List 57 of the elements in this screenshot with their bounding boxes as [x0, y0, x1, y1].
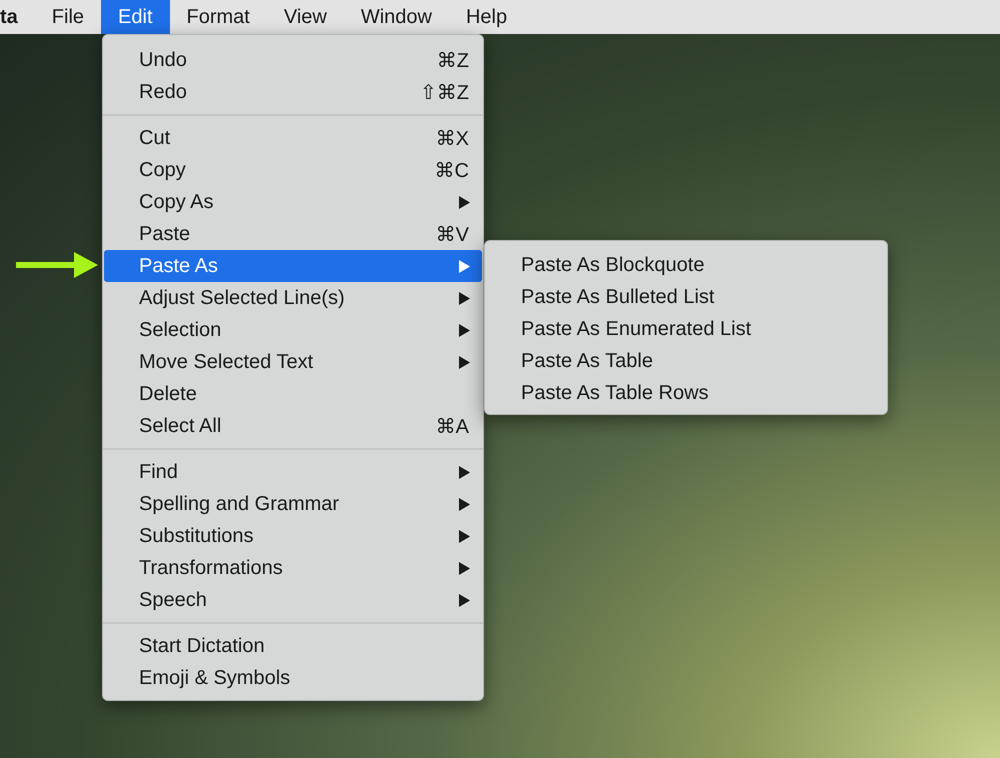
menu-bar-item[interactable]: Edit — [101, 0, 170, 34]
keyboard-shortcut: ⌘A — [436, 414, 469, 438]
keyboard-shortcut: ⌘V — [436, 222, 469, 246]
menu-item[interactable]: Start Dictation — [104, 630, 482, 662]
submenu-item[interactable]: Paste As Table — [486, 345, 886, 377]
menu-item-label: Start Dictation — [139, 634, 266, 658]
menu-item[interactable]: Substitutions — [104, 520, 482, 552]
menu-item-label: Move Selected Text — [139, 350, 314, 374]
menu-item-label: Substitutions — [139, 524, 255, 548]
keyboard-shortcut: ⌘C — [434, 158, 469, 182]
menu-item-label: Paste As — [139, 254, 219, 278]
menu-item-label: Speech — [139, 588, 208, 612]
menu-item-label: Redo — [139, 80, 188, 104]
menu-item[interactable]: Emoji & Symbols — [104, 662, 482, 694]
menu-item[interactable]: Selection — [104, 314, 482, 346]
menu-item-label: Select All — [139, 414, 222, 438]
menu-item[interactable]: Redo ⇧⌘Z — [104, 76, 482, 108]
menu-item-label: Undo — [139, 48, 188, 72]
menu-item[interactable]: Undo ⌘Z — [104, 44, 482, 76]
submenu-item[interactable]: Paste As Bulleted List — [486, 281, 886, 313]
menu-item[interactable]: Move Selected Text — [104, 346, 482, 378]
menu-item-label: Transformations — [139, 556, 284, 580]
menu-item-label: Copy — [139, 158, 187, 182]
pointer-arrow-icon — [16, 252, 98, 278]
menu-item-label: Selection — [139, 318, 222, 342]
menu-item-label: Spelling and Grammar — [139, 492, 340, 516]
menu-item-label: Find — [139, 460, 179, 484]
menu-item-label: Emoji & Symbols — [139, 666, 292, 690]
app-name[interactable]: ta — [0, 0, 35, 34]
menu-item[interactable]: Copy ⌘C — [104, 154, 482, 186]
menu-item[interactable]: Adjust Selected Line(s) — [104, 282, 482, 314]
menu-bar-item[interactable]: Format — [170, 0, 267, 34]
menu-item[interactable]: Cut ⌘X — [104, 122, 482, 154]
menu-item-label: Copy As — [139, 190, 214, 214]
menu-item[interactable]: Select All ⌘A — [104, 410, 482, 442]
menu-item[interactable]: Paste As — [104, 250, 482, 282]
menu-item[interactable]: Paste ⌘V — [104, 218, 482, 250]
keyboard-shortcut: ⇧⌘Z — [420, 80, 469, 104]
menu-item[interactable]: Spelling and Grammar — [104, 488, 482, 520]
menu-bar-item[interactable]: Help — [448, 0, 524, 34]
submenu-item[interactable]: Paste As Table Rows — [486, 377, 886, 409]
menu-item[interactable]: Find — [104, 456, 482, 488]
menu-item-label: Delete — [139, 382, 198, 406]
keyboard-shortcut: ⌘X — [436, 126, 469, 150]
submenu-item[interactable]: Paste As Blockquote — [486, 249, 886, 281]
keyboard-shortcut: ⌘Z — [436, 48, 469, 72]
menu-item-label: Adjust Selected Line(s) — [139, 286, 346, 310]
menu-item[interactable]: Transformations — [104, 552, 482, 584]
menu-item[interactable]: Copy As — [104, 186, 482, 218]
menu-item-label: Cut — [139, 126, 172, 150]
menu-item[interactable]: Speech — [104, 584, 482, 616]
menu-bar-item[interactable]: File — [34, 0, 102, 34]
menu-item[interactable]: Delete — [104, 378, 482, 410]
menu-bar-item[interactable]: View — [266, 0, 344, 34]
menu-item-label: Paste — [139, 222, 192, 246]
menu-bar-item[interactable]: Window — [344, 0, 449, 34]
submenu-item[interactable]: Paste As Enumerated List — [486, 313, 886, 345]
